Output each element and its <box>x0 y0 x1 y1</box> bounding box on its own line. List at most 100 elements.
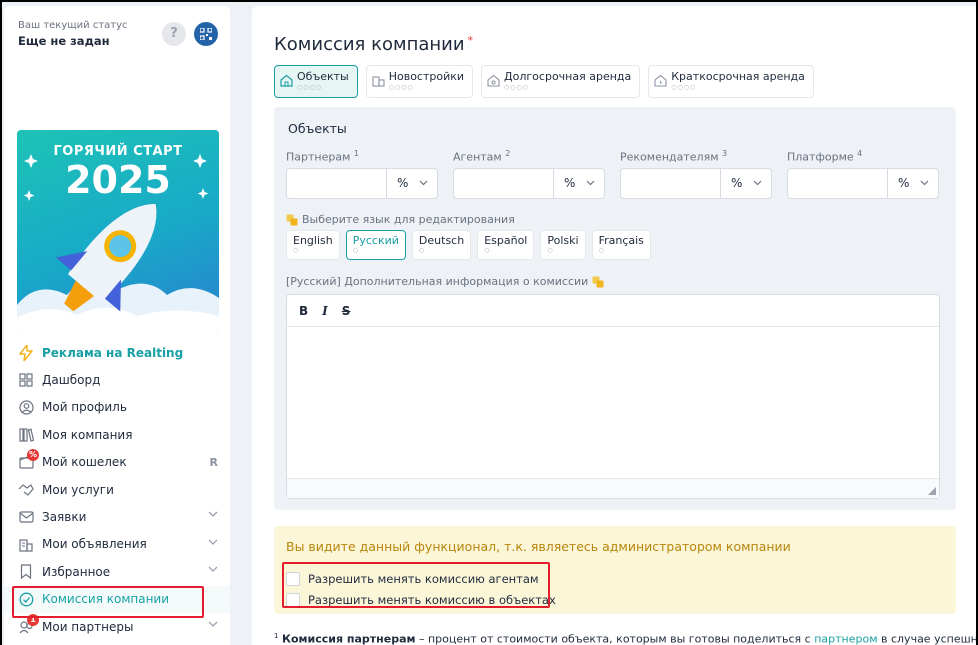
partner-link[interactable]: партнером <box>814 633 877 645</box>
footnote: 1 Комиссия партнерам – процент от стоимо… <box>274 632 976 645</box>
tab-new-buildings[interactable]: Новостройки ○○○○ <box>365 65 474 98</box>
editor-toolbar: B I S <box>287 295 939 327</box>
unit-select[interactable]: % <box>898 176 909 190</box>
highlight-outline <box>12 586 204 618</box>
lang-spanish[interactable]: Español ○ <box>477 230 535 260</box>
house-icon <box>280 74 293 87</box>
page-title: Комиссия компании * <box>274 34 473 55</box>
footnote-text: – процент от стоимости объекта, которым … <box>415 632 815 645</box>
chevron-down-icon <box>208 539 218 545</box>
field-label-text: Платформе <box>787 150 854 164</box>
language-hint: Выберите язык для редактирования <box>286 213 515 226</box>
sidebar-item-label: Моя компания <box>42 427 133 442</box>
required-mark: * <box>467 34 474 47</box>
lang-label: Русский <box>352 234 399 247</box>
grid-icon <box>18 372 34 388</box>
rich-text-editor: B I S <box>286 294 940 499</box>
highlight-outline <box>282 562 550 608</box>
sidebar-item-company[interactable]: Моя компания <box>4 421 230 448</box>
sidebar-item-profile[interactable]: Мой профиль <box>4 394 230 421</box>
building-icon <box>372 76 385 87</box>
lang-label: Español <box>484 234 528 247</box>
editor-text-area[interactable] <box>287 327 939 477</box>
agents-commission-input[interactable] <box>454 169 554 198</box>
chevron-down-icon[interactable] <box>920 180 929 186</box>
commission-panel: Объекты Партнерам 1 Агентам 2 Рекомендат… <box>274 107 956 510</box>
admin-notice-text: Вы видите данный функционал, т.к. являет… <box>286 539 791 554</box>
footnote-ref: 3 <box>722 149 728 158</box>
additional-info-label: [Русский] Дополнительная информация о ко… <box>286 275 604 288</box>
sidebar: Ваш текущий статус Еще не задан ? ГОРЯЧИ… <box>4 6 230 645</box>
sidebar-item-label: Мой профиль <box>42 400 127 415</box>
sidebar-item-label: Мои услуги <box>42 482 114 497</box>
chevron-down-icon[interactable] <box>586 180 595 186</box>
help-button[interactable]: ? <box>162 22 186 46</box>
lang-german[interactable]: Deutsch ○ <box>411 230 472 260</box>
promo-banner[interactable]: ГОРЯЧИЙ СТАРТ 2025 <box>17 130 219 332</box>
lang-dot: ○ <box>418 247 425 254</box>
unit-select[interactable]: % <box>564 176 575 190</box>
field-label-text: Рекомендателям <box>620 150 719 164</box>
sidebar-item-label: Дашборд <box>42 373 101 388</box>
lang-english[interactable]: English ○ <box>286 230 340 260</box>
tab-label: Краткосрочная аренда <box>671 70 805 83</box>
unit-select[interactable]: % <box>397 176 408 190</box>
discount-badge: % <box>27 449 39 462</box>
bold-button[interactable]: B <box>299 304 308 318</box>
sidebar-item-favorites[interactable]: Избранное <box>4 558 230 585</box>
partners-icon: 1 <box>18 613 39 635</box>
tab-dots: ○○○○ <box>671 84 697 91</box>
sidebar-item-label: Реклама на Realting <box>42 345 184 360</box>
resize-handle-icon[interactable] <box>928 487 936 495</box>
language-selector: English ○ Русский ○ Deutsch ○ Español ○ Pols… <box>286 230 651 260</box>
qr-code-icon <box>200 28 212 40</box>
referrers-commission-input[interactable] <box>621 169 721 198</box>
tab-long-term-rent[interactable]: Долгосрочная аренда ○○○○ <box>481 65 641 98</box>
app-frame: Ваш текущий статус Еще не задан ? ГОРЯЧИ… <box>2 2 976 645</box>
sidebar-item-listings[interactable]: Мои объявления <box>4 531 230 558</box>
house-key-icon <box>487 74 500 87</box>
sidebar-item-wallet[interactable]: % Мой кошелек R <box>4 449 230 476</box>
mail-icon <box>18 509 34 525</box>
tab-dots: ○○○○ <box>297 84 322 91</box>
translate-icon <box>592 276 604 287</box>
footnote-ref: 4 <box>857 149 863 158</box>
platform-commission-input[interactable] <box>788 169 888 198</box>
sidebar-item-advertising[interactable]: Реклама на Realting <box>4 339 230 366</box>
italic-button[interactable]: I <box>322 304 328 318</box>
sidebar-item-dashboard[interactable]: Дашборд <box>4 366 230 393</box>
chevron-down-icon[interactable] <box>753 180 762 186</box>
lang-label: Polski <box>547 234 579 247</box>
lang-polish[interactable]: Polski ○ <box>540 230 586 260</box>
lang-label: Deutsch <box>418 234 465 247</box>
partners-commission-field: % <box>286 168 438 199</box>
chevron-down-icon[interactable] <box>419 180 428 186</box>
strikethrough-button[interactable]: S <box>342 304 351 318</box>
bookmark-icon <box>18 564 34 580</box>
sidebar-item-services[interactable]: Мои услуги <box>4 476 230 503</box>
field-label-text: Агентам <box>453 150 502 164</box>
partners-commission-input[interactable] <box>287 169 387 198</box>
footnote-text: в случае успешно <box>877 632 976 645</box>
lang-dot: ○ <box>293 247 299 254</box>
lang-french[interactable]: Français ○ <box>591 230 651 260</box>
referrers-label: Рекомендателям 3 <box>620 149 727 164</box>
platform-commission-field: % <box>787 168 939 199</box>
lang-russian[interactable]: Русский ○ <box>345 230 406 260</box>
tab-objects[interactable]: Объекты ○○○○ <box>274 65 358 98</box>
lang-dot: ○ <box>352 247 358 254</box>
footnote-ref: 1 <box>353 149 359 158</box>
chevron-down-icon <box>208 621 218 627</box>
banner-year: 2025 <box>65 158 171 202</box>
sidebar-item-label: Мои партнеры <box>42 619 134 634</box>
sidebar-item-label: Заявки <box>42 510 87 525</box>
unit-select[interactable]: % <box>731 176 742 190</box>
agents-commission-field: % <box>453 168 605 199</box>
qr-code-button[interactable] <box>194 22 218 46</box>
chevron-down-icon <box>208 566 218 573</box>
tab-short-term-rent[interactable]: Краткосрочная аренда ○○○○ <box>648 65 814 98</box>
sidebar-item-requests[interactable]: Заявки <box>4 503 230 530</box>
tab-dots: ○○○○ <box>388 84 414 91</box>
status-value[interactable]: Еще не задан <box>18 34 110 48</box>
sidebar-item-label: Мои объявления <box>42 537 147 552</box>
